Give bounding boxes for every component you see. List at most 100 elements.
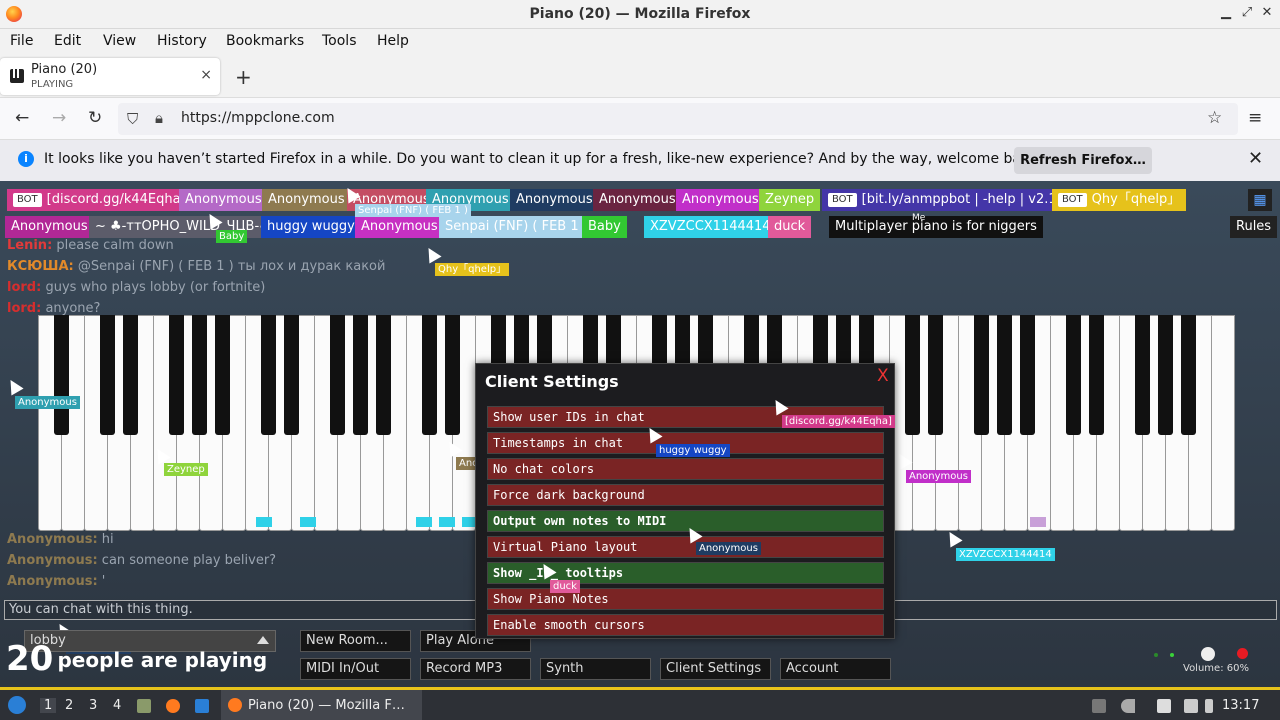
piano-black-key[interactable] — [444, 315, 460, 435]
user-tag[interactable]: Anonymous — [355, 216, 444, 238]
lock-icon[interactable]: 🔒︎ — [155, 109, 163, 127]
volume-knob[interactable] — [1201, 647, 1215, 661]
user-tag[interactable]: Anonymous — [676, 189, 765, 211]
user-tag[interactable]: Anonymous — [5, 216, 94, 238]
synth-button[interactable]: Synth — [540, 658, 651, 680]
option-show-piano-notes[interactable]: Show Piano Notes — [487, 588, 884, 610]
restore-icon[interactable]: ⤢ — [1239, 5, 1255, 20]
user-tag[interactable]: BOT [bit.ly/anmppbot | -help | v2.1] — [822, 189, 1068, 211]
piano-black-key[interactable] — [996, 315, 1012, 435]
piano-black-key[interactable] — [375, 315, 391, 435]
clipboard-tray-icon[interactable] — [1157, 699, 1171, 713]
menu-help[interactable]: Help — [377, 33, 409, 49]
cursor-label: Anonymous — [906, 470, 971, 483]
piano-black-key[interactable] — [1134, 315, 1150, 435]
taskbar-window-firefox[interactable]: Piano (20) — Mozilla F… — [221, 690, 422, 720]
user-tag[interactable]: Baby — [582, 216, 627, 238]
firefox-launcher-icon[interactable] — [166, 699, 180, 713]
hamburger-menu-icon[interactable]: ≡ — [1248, 108, 1262, 128]
minimize-icon[interactable]: ▁ — [1218, 5, 1234, 20]
record-indicator-icon[interactable] — [1237, 648, 1248, 659]
piano-black-key[interactable] — [53, 315, 69, 435]
piano-black-key[interactable] — [927, 315, 943, 435]
piano-black-key[interactable] — [260, 315, 276, 435]
user-tag[interactable]: BOT [discord.gg/k44Eqha] — [7, 189, 192, 211]
piano-black-key[interactable] — [1088, 315, 1104, 435]
user-tag[interactable]: duck — [768, 216, 812, 238]
user-tag[interactable]: Multiplayer piano is for niggers — [829, 216, 1043, 238]
piano-black-key[interactable] — [352, 315, 368, 435]
terminal-icon[interactable] — [195, 699, 209, 713]
user-tag[interactable]: Senpai (FNF) ( FEB 1 ) — [439, 216, 594, 238]
workspace-1[interactable]: 1 — [40, 698, 57, 713]
record-mp3-button[interactable]: Record MP3 — [420, 658, 531, 680]
new-tab-button[interactable]: + — [235, 65, 252, 89]
file-manager-icon[interactable] — [137, 699, 151, 713]
modal-close-button[interactable]: X — [877, 366, 889, 386]
menu-file[interactable]: File — [10, 33, 33, 49]
piano-black-key[interactable] — [191, 315, 207, 435]
start-menu-icon[interactable] — [8, 696, 26, 714]
menu-bookmarks[interactable]: Bookmarks — [226, 33, 304, 49]
piano-white-key[interactable] — [1211, 315, 1235, 531]
power-tray-icon[interactable] — [1205, 699, 1213, 713]
account-button[interactable]: Account — [780, 658, 891, 680]
piano-black-key[interactable] — [904, 315, 920, 435]
close-window-icon[interactable]: ✕ — [1259, 5, 1275, 20]
reload-icon[interactable]: ↻ — [88, 108, 102, 128]
piano-black-key[interactable] — [168, 315, 184, 435]
key-press-indicator — [256, 517, 272, 527]
workspace-4[interactable]: 4 — [113, 698, 121, 713]
notification-close-icon[interactable]: ✕ — [1248, 148, 1263, 169]
user-tag[interactable]: XZVZCCX1144414 — [644, 216, 777, 238]
piano-black-key[interactable] — [99, 315, 115, 435]
tab-close-icon[interactable]: × — [200, 67, 212, 83]
url-text[interactable]: https://mppclone.com — [181, 110, 335, 126]
refresh-firefox-button[interactable]: Refresh Firefox… — [1014, 147, 1152, 174]
workspace-2[interactable]: 2 — [65, 698, 73, 713]
taskbar-window-title: Piano (20) — Mozilla F… — [248, 698, 405, 713]
display-tray-icon[interactable] — [1184, 699, 1198, 713]
piano-black-key[interactable] — [421, 315, 437, 435]
tray-updates-icon[interactable] — [1092, 699, 1106, 713]
piano-black-key[interactable] — [122, 315, 138, 435]
user-tag[interactable]: Anonymous — [593, 189, 682, 211]
shield-icon[interactable]: ⛉ — [127, 110, 138, 128]
piano-black-key[interactable] — [1065, 315, 1081, 435]
grid-toggle-icon[interactable]: ▦ — [1248, 189, 1272, 211]
piano-black-key[interactable] — [329, 315, 345, 435]
option-virtual-piano-layout[interactable]: Virtual Piano layout — [487, 536, 884, 558]
user-tag[interactable]: Anonymous — [179, 189, 268, 211]
rules-button[interactable]: Rules — [1230, 216, 1278, 238]
bookmark-star-icon[interactable]: ☆ — [1207, 108, 1222, 128]
piano-black-key[interactable] — [283, 315, 299, 435]
cursor-label: Zeynep — [164, 463, 208, 476]
back-icon[interactable]: ← — [15, 108, 29, 128]
piano-black-key[interactable] — [1019, 315, 1035, 435]
option-smooth-cursors[interactable]: Enable smooth cursors — [487, 614, 884, 636]
client-settings-button[interactable]: Client Settings — [660, 658, 771, 680]
midi-button[interactable]: MIDI In/Out — [300, 658, 411, 680]
menu-view[interactable]: View — [103, 33, 136, 49]
piano-black-key[interactable] — [214, 315, 230, 435]
user-tag[interactable]: huggy wuggy — [261, 216, 361, 238]
menu-tools[interactable]: Tools — [322, 33, 357, 49]
new-room-button[interactable]: New Room... — [300, 630, 411, 652]
volume-tray-icon[interactable] — [1121, 699, 1135, 713]
piano-black-key[interactable] — [973, 315, 989, 435]
workspace-3[interactable]: 3 — [89, 698, 97, 713]
option-force-dark[interactable]: Force dark background — [487, 484, 884, 506]
piano-black-key[interactable] — [1157, 315, 1173, 435]
forward-icon[interactable]: → — [52, 108, 66, 128]
piano-black-key[interactable] — [1180, 315, 1196, 435]
chat-message: lord: anyone? — [7, 301, 101, 316]
menu-history[interactable]: History — [157, 33, 207, 49]
address-bar[interactable]: ⛉ 🔒︎ https://mppclone.com ☆ — [118, 103, 1238, 135]
user-tag[interactable]: BOT Qhy「qhelp」 — [1052, 189, 1187, 211]
user-tag[interactable]: Zeynep — [759, 189, 821, 211]
tab-piano[interactable]: Piano (20) PLAYING × — [0, 58, 220, 95]
user-tag[interactable]: Anonymous — [262, 189, 351, 211]
menu-edit[interactable]: Edit — [54, 33, 81, 49]
user-tag[interactable]: Anonymous — [510, 189, 599, 211]
option-no-chat-colors[interactable]: No chat colors — [487, 458, 884, 480]
